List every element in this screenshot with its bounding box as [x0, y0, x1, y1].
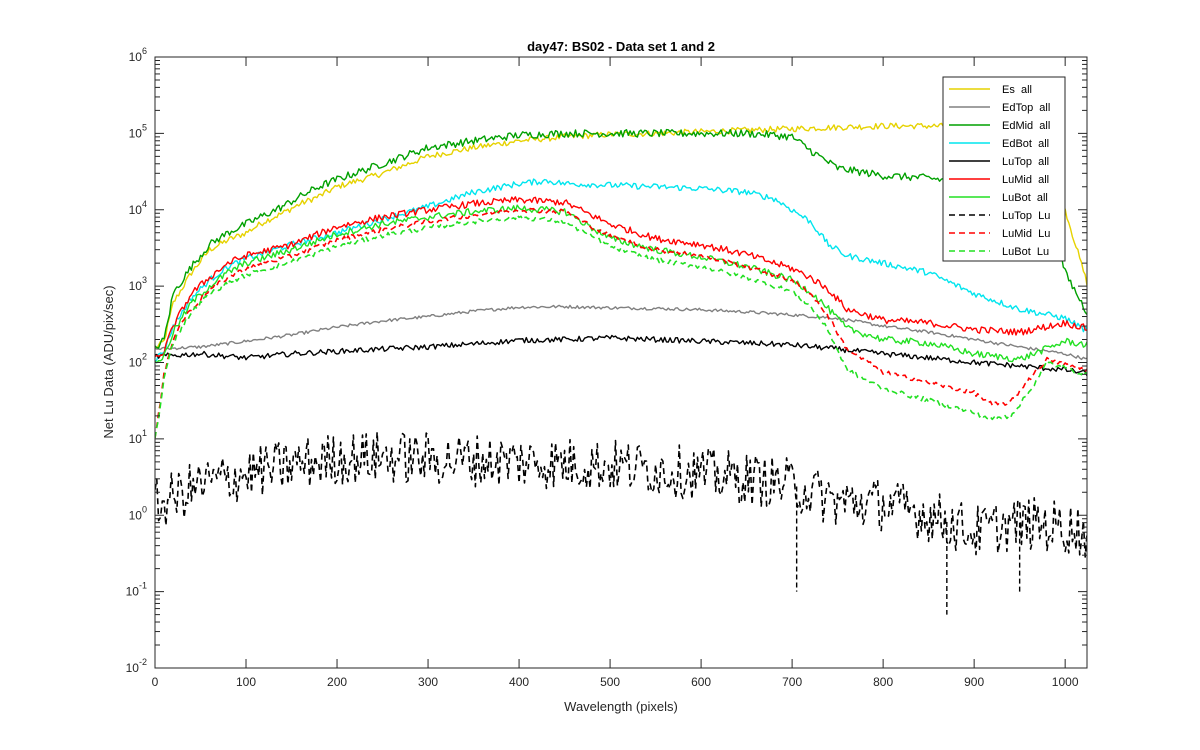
y-tick-label: 106: [129, 46, 147, 64]
legend-label: EdTop all: [1002, 102, 1050, 114]
legend-label: LuBot all: [1002, 192, 1048, 204]
x-tick-label: 400: [509, 675, 529, 689]
y-tick-label: 102: [129, 352, 147, 370]
x-axis-title: Wavelength (pixels): [564, 699, 678, 714]
x-tick-label: 100: [236, 675, 256, 689]
legend-label: LuBot Lu: [1002, 246, 1049, 258]
y-axis-title: Net Lu Data (ADU/pix/sec): [101, 285, 116, 438]
x-tick-label: 200: [327, 675, 347, 689]
legend-label: EdBot all: [1002, 138, 1049, 150]
y-tick-label: 105: [129, 122, 147, 140]
x-tick-label: 700: [782, 675, 802, 689]
legend: Es all EdTop all EdMid all EdBot all LuTop a…: [942, 76, 1066, 262]
y-tick-label: 100: [129, 504, 147, 522]
y-tick-label: 10-2: [126, 657, 147, 675]
legend-label: LuMid Lu: [1002, 228, 1050, 240]
x-tick-label: 1000: [1052, 675, 1079, 689]
y-tick-label: 103: [129, 275, 147, 293]
y-tick-label: 101: [129, 428, 147, 446]
x-tick-label: 600: [691, 675, 711, 689]
legend-label: EdMid all: [1002, 120, 1050, 132]
legend-label: LuTop Lu: [1002, 210, 1050, 222]
x-tick-label: 900: [964, 675, 984, 689]
x-tick-label: 500: [600, 675, 620, 689]
y-tick-label: 10-1: [126, 581, 147, 599]
x-tick-label: 0: [152, 675, 159, 689]
legend-label: Es all: [1002, 84, 1032, 96]
x-tick-label: 300: [418, 675, 438, 689]
line-chart: day47: BS02 - Data set 1 and 2 0 100 200 30…: [101, 39, 1088, 714]
y-tick-label: 104: [129, 199, 147, 217]
legend-label: LuTop all: [1002, 156, 1049, 168]
legend-label: LuMid all: [1002, 174, 1049, 186]
chart-title: day47: BS02 - Data set 1 and 2: [527, 39, 715, 54]
x-axis: 0 100 200 300 400 500 600 700 800 900 1000: [152, 57, 1079, 689]
series-line-5: [155, 334, 1087, 377]
x-tick-label: 800: [873, 675, 893, 689]
